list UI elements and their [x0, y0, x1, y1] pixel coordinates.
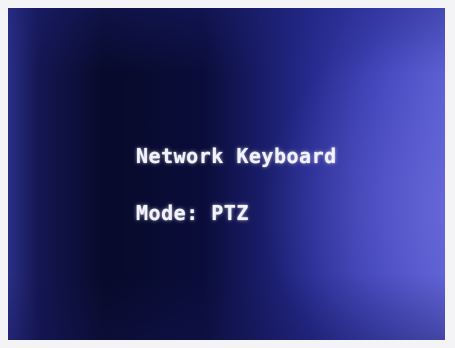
photo-frame: Network Keyboard Mode: PTZ: [0, 0, 455, 348]
osd-title: Network Keyboard: [136, 144, 337, 168]
monitor-screen: Network Keyboard Mode: PTZ: [8, 8, 445, 340]
osd-mode-status: Mode: PTZ: [136, 201, 249, 225]
